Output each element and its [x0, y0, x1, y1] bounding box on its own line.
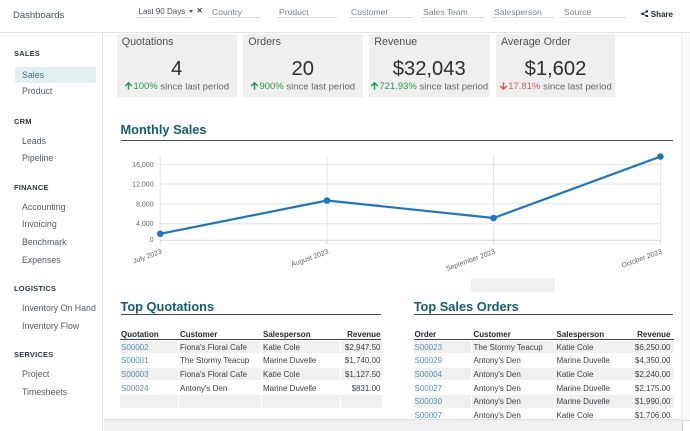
svg-text:12,000: 12,000	[132, 182, 154, 189]
svg-text:July 2023: July 2023	[132, 249, 163, 266]
svg-text:September 2023: September 2023	[445, 249, 496, 273]
svg-text:16,000: 16,000	[132, 162, 154, 169]
svg-text:0: 0	[150, 237, 154, 244]
svg-text:8,000: 8,000	[136, 201, 154, 208]
svg-text:October 2023: October 2023	[621, 249, 663, 270]
svg-text:August 2023: August 2023	[290, 249, 329, 269]
svg-text:4,000: 4,000	[136, 221, 154, 228]
